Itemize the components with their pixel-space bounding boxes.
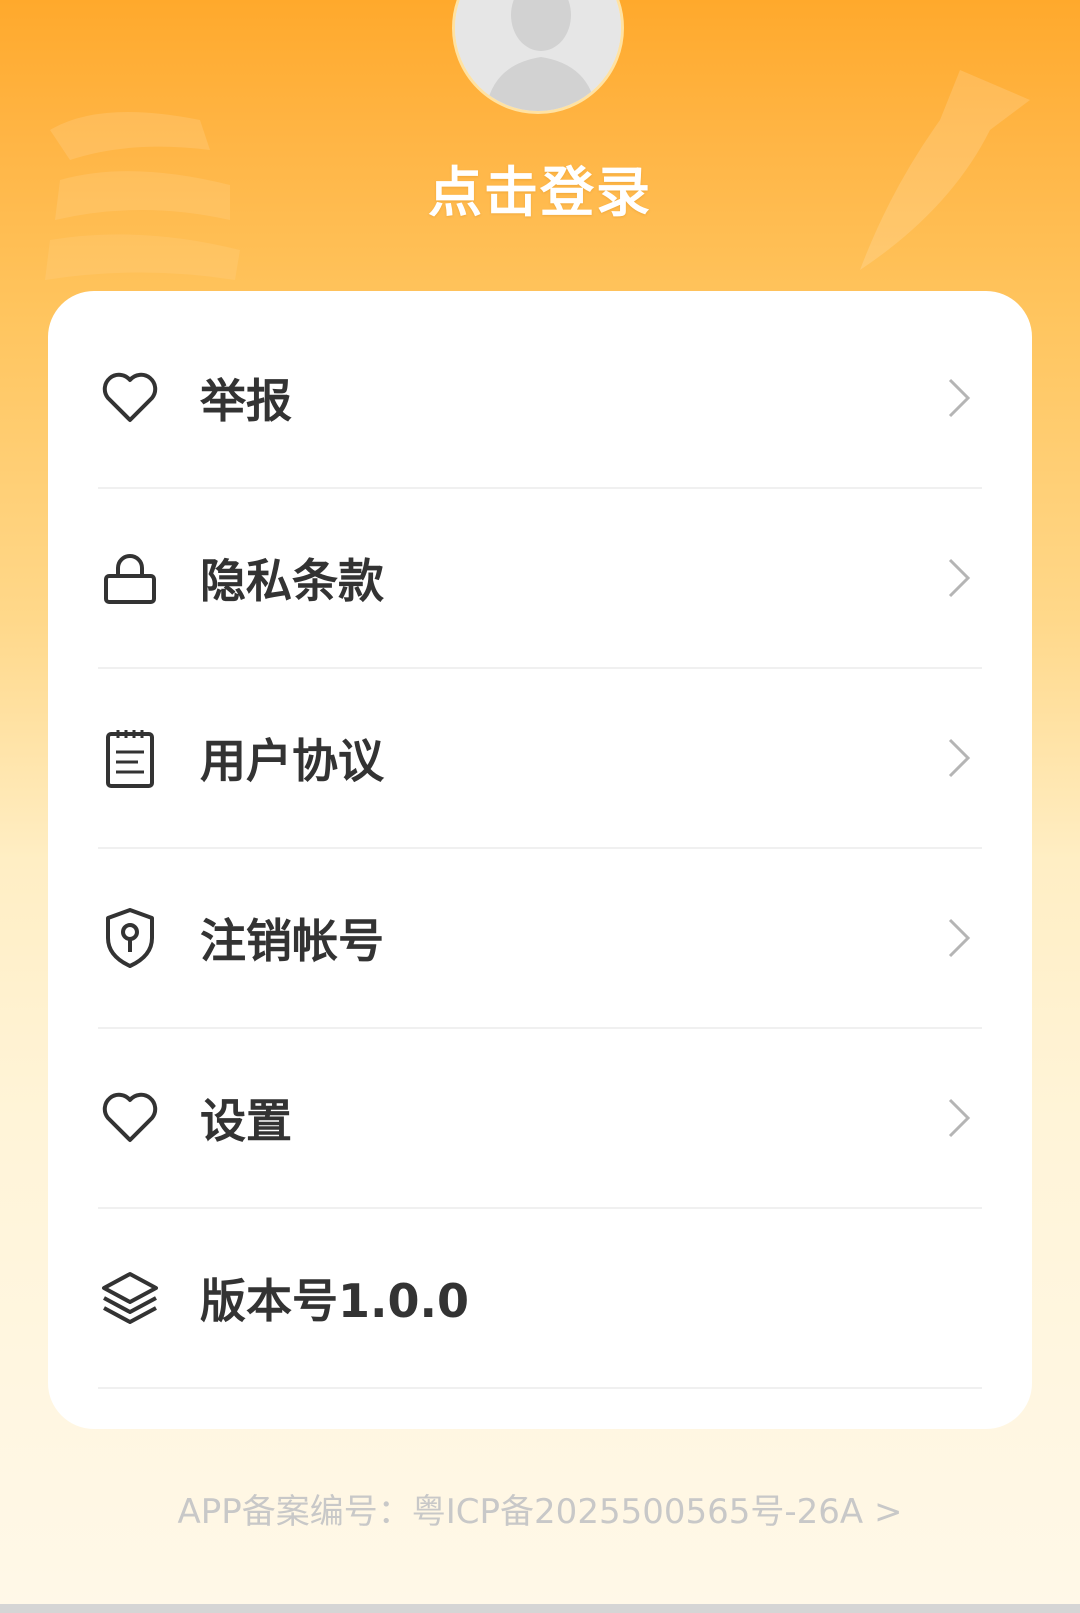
menu-item-report[interactable]: 举报 [98,309,982,489]
lock-icon [98,546,162,610]
layers-icon [98,1266,162,1330]
version-label: 版本号1.0.0 [200,1274,469,1328]
menu-item-privacy[interactable]: 隐私条款 [98,489,982,669]
menu-item-delete-account[interactable]: 注销帐号 [98,849,982,1029]
menu-item-label: 隐私条款 [200,554,384,608]
avatar[interactable] [452,0,624,114]
chevron-right-icon [948,378,971,418]
icp-link[interactable]: APP备案编号：粤ICP备2025500565号-26A > [0,1484,1080,1533]
menu-item-label: 注销帐号 [200,914,384,968]
heart-icon [98,366,162,430]
menu-item-settings[interactable]: 设置 [98,1029,982,1209]
shield-key-icon [98,906,162,970]
chevron-right-icon [948,558,971,598]
login-prompt[interactable]: 点击登录 [0,148,1080,227]
menu-item-label: 用户协议 [200,734,384,788]
menu-item-label: 举报 [200,374,292,428]
menu-item-user-agreement[interactable]: 用户协议 [98,669,982,849]
menu-card: 举报 隐私条款 用户协议 注销帐号 设置 版本号1.0.0 [48,291,1032,1429]
chevron-right-icon [948,918,971,958]
menu-item-version: 版本号1.0.0 [98,1209,982,1389]
chevron-right-icon [948,738,971,778]
heart-icon [98,1086,162,1150]
user-silhouette-icon [455,0,621,111]
menu-item-label: 设置 [200,1094,292,1148]
notepad-icon [98,726,162,790]
chevron-right-icon [948,1098,971,1138]
bottom-border [0,1604,1080,1613]
